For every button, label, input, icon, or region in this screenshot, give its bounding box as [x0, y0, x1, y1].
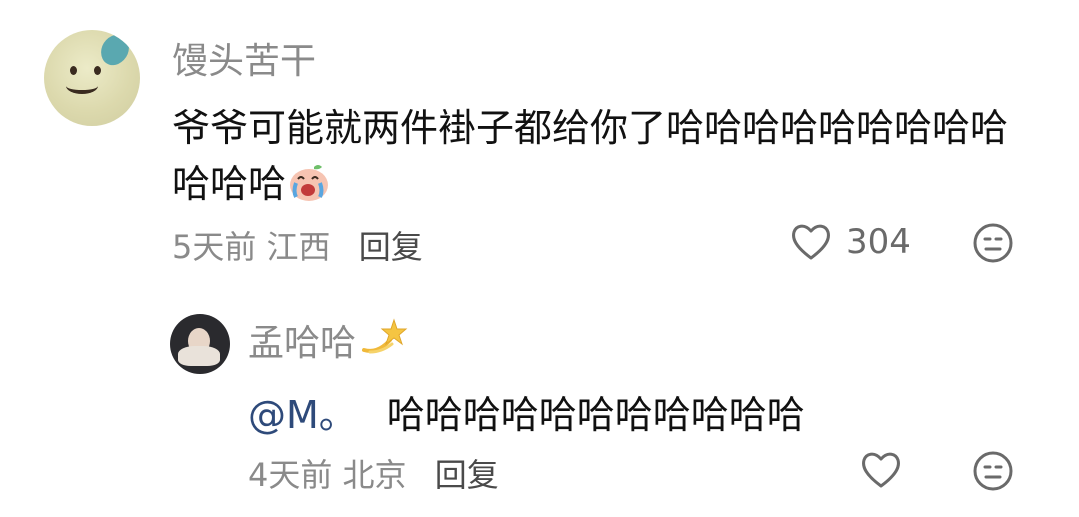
dislike-button[interactable] — [972, 222, 1014, 268]
dizzy-star-icon — [360, 316, 408, 365]
avatar-eye — [70, 66, 77, 75]
heart-icon — [860, 450, 902, 490]
reply-username[interactable]: 孟哈哈 — [248, 314, 356, 366]
comment-text: 爷爷可能就两件褂子都给你了哈哈哈哈哈哈哈哈哈哈哈哈 — [172, 100, 1032, 212]
reply-location: 北京 — [342, 456, 407, 494]
reply-time: 4天前 — [248, 456, 333, 494]
like-count: 304 — [846, 222, 911, 262]
comment-meta: 5天前 江西 回复 — [172, 222, 423, 268]
avatar[interactable] — [170, 314, 230, 374]
mention-link[interactable]: @M。 — [248, 393, 357, 437]
comment-time: 5天前 — [172, 228, 257, 266]
reply-button[interactable]: 回复 — [359, 228, 423, 266]
comment-username[interactable]: 馒头苦干 — [172, 32, 316, 84]
avatar-leaf — [95, 30, 135, 70]
avatar-eye — [94, 66, 101, 75]
reply-text-content: 哈哈哈哈哈哈哈哈哈哈哈 — [386, 393, 805, 437]
comment-location: 江西 — [266, 228, 331, 266]
avatar-hands — [178, 346, 220, 366]
neutral-face-icon — [972, 451, 1014, 496]
reply-username-row: 孟哈哈 — [248, 314, 408, 366]
reply-meta: 4天前 北京 回复 — [248, 450, 499, 496]
comment-item: 馒头苦干 爷爷可能就两件褂子都给你了哈哈哈哈哈哈哈哈哈哈哈哈 5天前 江西 回复 — [0, 0, 1079, 280]
reply-text: @M。 哈哈哈哈哈哈哈哈哈哈哈 — [248, 384, 805, 439]
avatar-mouth — [66, 78, 98, 94]
heart-icon — [790, 222, 832, 262]
avatar[interactable] — [44, 30, 140, 126]
like-button[interactable] — [860, 450, 902, 490]
dislike-button[interactable] — [972, 450, 1014, 496]
comment-thread: 馒头苦干 爷爷可能就两件褂子都给你了哈哈哈哈哈哈哈哈哈哈哈哈 5天前 江西 回复 — [0, 0, 1079, 517]
reply-item: 孟哈哈 @M。 哈哈哈哈哈哈哈哈哈哈哈 4天前 北京 回复 — [0, 300, 1079, 517]
reply-button[interactable]: 回复 — [435, 456, 499, 494]
neutral-face-icon — [972, 223, 1014, 268]
crying-laughing-emoji-icon — [286, 162, 332, 202]
like-button[interactable]: 304 — [790, 222, 911, 262]
